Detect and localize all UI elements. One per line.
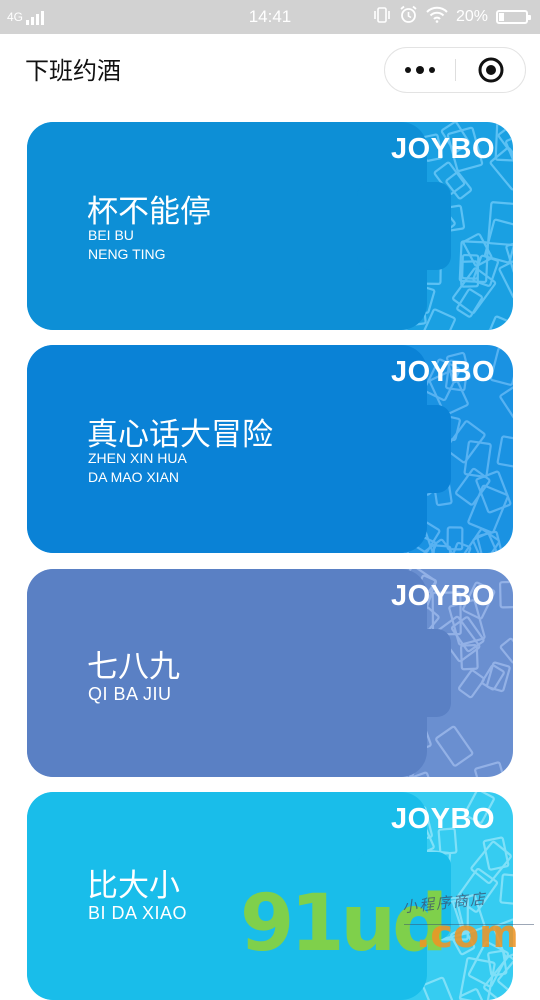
phone-pattern-icon xyxy=(459,644,479,671)
nav-bar: 下班约酒 xyxy=(0,34,540,108)
phone-pattern-icon xyxy=(457,669,485,699)
card-panel-notch xyxy=(357,852,451,940)
card-panel-notch xyxy=(357,182,451,270)
status-bar: 4G 14:41 20% xyxy=(0,0,540,34)
battery-icon xyxy=(496,10,531,24)
phone-pattern-icon xyxy=(435,725,474,767)
card-title: 真心话大冒险 xyxy=(87,417,273,453)
card-panel-notch xyxy=(357,629,451,717)
brand-logo: JOYBO xyxy=(390,803,495,835)
phone-pattern-icon xyxy=(455,467,491,506)
wifi-icon xyxy=(426,6,448,28)
more-dots-icon xyxy=(429,67,435,73)
card-subtitle: ZHEN XIN HUA DA MAO XIAN xyxy=(88,450,187,485)
status-right: 20% xyxy=(373,0,531,34)
card-title: 杯不能停 xyxy=(87,194,211,230)
brand-logo: JOYBO xyxy=(390,133,495,165)
more-button[interactable] xyxy=(385,48,455,92)
battery-level xyxy=(499,13,504,21)
mini-program-capsule xyxy=(384,47,526,93)
target-close-icon xyxy=(478,57,504,83)
phone-pattern-icon xyxy=(475,470,512,514)
phone-pattern-icon xyxy=(499,385,513,420)
more-dots-icon xyxy=(405,67,411,73)
phone-pattern-icon xyxy=(483,315,513,330)
page-title: 下班约酒 xyxy=(25,57,121,85)
phone-pattern-icon xyxy=(445,420,486,464)
battery-percent: 20% xyxy=(455,8,488,25)
game-card[interactable]: JOYBO 杯不能停 BEI BU NENG TING xyxy=(27,122,513,330)
card-title: 比大小 xyxy=(87,868,180,904)
card-panel-notch xyxy=(357,405,451,493)
phone-pattern-icon xyxy=(496,435,513,468)
phone-pattern-icon xyxy=(458,988,490,1000)
phone-pattern-icon xyxy=(481,664,505,691)
alarm-icon xyxy=(399,5,418,29)
game-card[interactable]: JOYBO 七八九 QI BA JIU xyxy=(27,569,513,777)
phone-pattern-icon xyxy=(456,288,484,318)
phone-pattern-icon xyxy=(422,976,456,1000)
card-subtitle: BI DA XIAO xyxy=(88,903,188,923)
phone-pattern-icon xyxy=(498,580,513,609)
brand-logo: JOYBO xyxy=(390,356,495,388)
brand-logo: JOYBO xyxy=(390,580,495,612)
phone-pattern-icon xyxy=(499,873,513,906)
game-card[interactable]: JOYBO 比大小 BI DA XIAO xyxy=(27,792,513,1000)
card-title: 七八九 xyxy=(87,649,180,685)
card-subtitle: BEI BU NENG TING xyxy=(88,227,166,262)
more-dots-icon xyxy=(416,66,424,74)
close-button[interactable] xyxy=(456,48,526,92)
card-subtitle: QI BA JIU xyxy=(88,684,172,704)
vibrate-icon xyxy=(373,6,391,29)
phone-pattern-icon xyxy=(499,637,513,664)
game-card[interactable]: JOYBO 真心话大冒险 ZHEN XIN HUA DA MAO XIAN xyxy=(27,345,513,553)
